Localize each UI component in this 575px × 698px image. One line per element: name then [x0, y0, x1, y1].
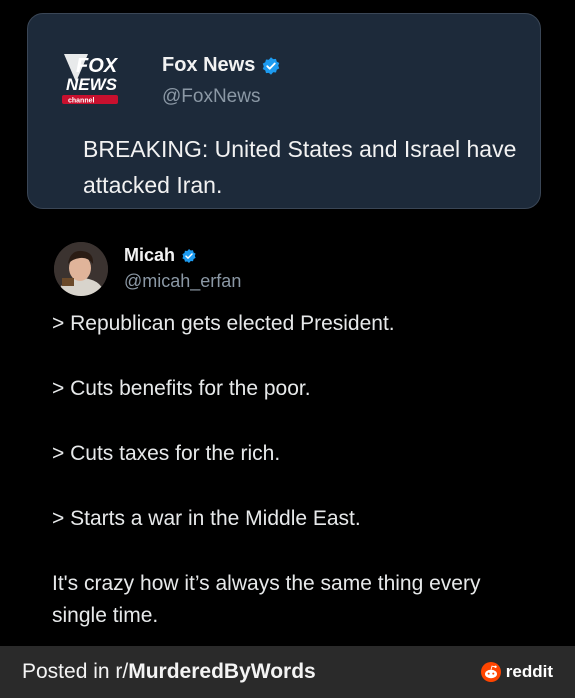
svg-text:channel: channel [68, 98, 95, 105]
posted-in-label[interactable]: Posted in r/MurderedByWords [22, 660, 316, 684]
quoted-tweet-card[interactable]: FOX NEWS channel Fox News @FoxNews BREAK… [27, 13, 541, 209]
tweet-line: > Cuts benefits for the poor. [52, 377, 311, 400]
tweet-line: > Starts a war in the Middle East. [52, 507, 361, 530]
subreddit-name[interactable]: MurderedByWords [128, 660, 315, 683]
fox-news-name-row[interactable]: Fox News [162, 54, 281, 77]
micah-display-name[interactable]: Micah [124, 245, 175, 266]
reddit-brand-text: reddit [505, 662, 553, 681]
reddit-logo-icon [480, 662, 501, 682]
verified-badge-icon [181, 248, 197, 264]
fox-news-display-name[interactable]: Fox News [162, 54, 255, 77]
tweet-line: > Cuts taxes for the rich. [52, 442, 281, 465]
reddit-brand[interactable]: reddit [480, 662, 553, 682]
micah-handle[interactable]: @micah_erfan [124, 271, 241, 292]
svg-text:FOX: FOX [76, 55, 119, 77]
fox-news-logo: FOX NEWS channel [54, 46, 148, 106]
verified-badge-icon [261, 56, 281, 76]
tweet-line: > Republican gets elected President. [52, 312, 395, 335]
quoted-tweet-text: BREAKING: United States and Israel have … [83, 136, 517, 198]
svg-text:NEWS: NEWS [66, 75, 118, 94]
reddit-footer-bar: Posted in r/MurderedByWords reddit [0, 646, 575, 698]
posted-prefix: Posted in r/ [22, 660, 129, 683]
tweet-closing-text: It's crazy how it’s always the same thin… [52, 572, 481, 627]
micah-name-row[interactable]: Micah [124, 245, 197, 266]
avatar[interactable] [54, 242, 108, 296]
fox-news-handle[interactable]: @FoxNews [162, 86, 260, 108]
